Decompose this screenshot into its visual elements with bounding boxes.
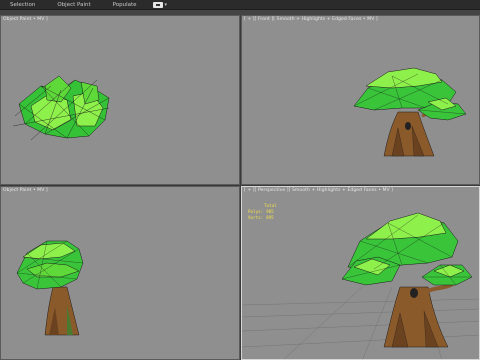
tree-model-perspective xyxy=(242,212,479,359)
tab-selection[interactable]: Selection xyxy=(0,0,47,10)
top-toolbar: Selection Object Paint Populate ▾ xyxy=(0,0,480,10)
viewport-top-right[interactable]: [ + ][ Front ][ Smooth + Highlights + Ed… xyxy=(241,15,480,185)
ground-grid xyxy=(242,286,479,359)
foliage-wireframe-top xyxy=(12,75,110,141)
tree-model-left xyxy=(16,240,84,336)
chevron-down-icon[interactable]: ▾ xyxy=(165,2,168,8)
tab-object-paint[interactable]: Object Paint xyxy=(47,0,102,10)
viewport-toggle-icon[interactable] xyxy=(152,1,163,8)
viewport-bottom-left[interactable]: Object Paint • MV ] xyxy=(0,186,240,360)
viewport-top-left[interactable]: Object Paint • MV ] xyxy=(0,15,240,185)
tree-model-front xyxy=(353,67,467,157)
viewport-bottom-right[interactable]: [ + ][ Perspective ][ Smooth + Highlight… xyxy=(241,186,480,360)
tab-populate[interactable]: Populate xyxy=(103,0,149,10)
